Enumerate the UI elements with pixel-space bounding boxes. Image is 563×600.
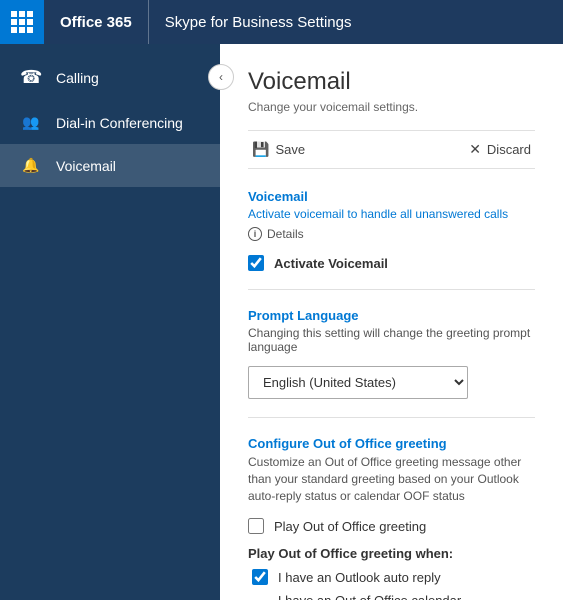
dialin-icon: 👥	[20, 114, 42, 131]
play-oof-checkbox[interactable]	[248, 518, 264, 534]
oof-outlook-reply-checkbox[interactable]	[252, 569, 268, 585]
voicemail-subtitle: Change your voicemail settings.	[248, 100, 535, 114]
voicemail-title: Voicemail	[248, 68, 535, 96]
play-oof-label: Play Out of Office greeting	[274, 519, 426, 534]
oof-outlook-reply-label: I have an Outlook auto reply	[278, 570, 441, 585]
save-icon: 💾	[252, 141, 269, 158]
toolbar: 💾 Save ✕ Discard	[248, 130, 535, 169]
page-title-header: Skype for Business Settings	[149, 14, 352, 31]
oof-desc: Customize an Out of Office greeting mess…	[248, 454, 535, 504]
discard-icon: ✕	[469, 141, 481, 158]
sidebar-item-dialin[interactable]: 👥 Dial-in Conferencing	[0, 101, 220, 144]
voicemail-section: Voicemail Activate voicemail to handle a…	[248, 189, 535, 271]
discard-button[interactable]: ✕ Discard	[465, 139, 535, 160]
oof-calendar-label: I have an Out of Office calendar appoint…	[278, 593, 535, 600]
activate-voicemail-row: Activate Voicemail	[248, 255, 535, 271]
oof-sub-row-1: I have an Out of Office calendar appoint…	[248, 593, 535, 600]
prompt-lang-desc: Changing this setting will change the gr…	[248, 326, 535, 354]
oof-sub-row-0: I have an Outlook auto reply	[248, 569, 535, 585]
voicemail-section-label: Voicemail	[248, 189, 535, 204]
office-brand: Office 365	[44, 0, 149, 44]
oof-title: Configure Out of Office greeting	[248, 436, 535, 451]
top-bar: Office 365 Skype for Business Settings	[0, 0, 563, 44]
voicemail-section-desc: Activate voicemail to handle all unanswe…	[248, 207, 535, 221]
main-layout: ‹ ☎ Calling 👥 Dial-in Conferencing 🔔 Voi…	[0, 44, 563, 600]
details-link[interactable]: i Details	[248, 227, 535, 241]
details-label: Details	[267, 227, 304, 241]
language-dropdown-wrap: English (United States) English (United …	[248, 366, 535, 399]
oof-section: Configure Out of Office greeting Customi…	[248, 436, 535, 600]
sidebar-label-voicemail: Voicemail	[56, 158, 116, 174]
sidebar-label-calling: Calling	[56, 70, 99, 86]
divider-2	[248, 417, 535, 418]
save-label: Save	[275, 142, 305, 157]
oof-when-label: Play Out of Office greeting when:	[248, 546, 535, 561]
grid-icon[interactable]	[0, 0, 44, 44]
play-oof-row: Play Out of Office greeting	[248, 518, 535, 534]
collapse-button[interactable]: ‹	[208, 64, 234, 90]
prompt-language-section: Prompt Language Changing this setting wi…	[248, 308, 535, 399]
sidebar-item-voicemail[interactable]: 🔔 Voicemail	[0, 144, 220, 187]
sidebar-item-calling[interactable]: ☎ Calling	[0, 54, 220, 101]
save-button[interactable]: 💾 Save	[248, 139, 309, 160]
voicemail-icon: 🔔	[20, 157, 42, 174]
calling-icon: ☎	[20, 67, 42, 88]
sidebar-label-dialin: Dial-in Conferencing	[56, 115, 183, 131]
prompt-lang-label: Prompt Language	[248, 308, 535, 323]
language-dropdown[interactable]: English (United States) English (United …	[248, 366, 468, 399]
discard-label: Discard	[487, 142, 531, 157]
activate-voicemail-checkbox[interactable]	[248, 255, 264, 271]
sidebar: ‹ ☎ Calling 👥 Dial-in Conferencing 🔔 Voi…	[0, 44, 220, 600]
info-icon: i	[248, 227, 262, 241]
divider-1	[248, 289, 535, 290]
activate-voicemail-label: Activate Voicemail	[274, 256, 388, 271]
content-area: Voicemail Change your voicemail settings…	[220, 44, 563, 600]
